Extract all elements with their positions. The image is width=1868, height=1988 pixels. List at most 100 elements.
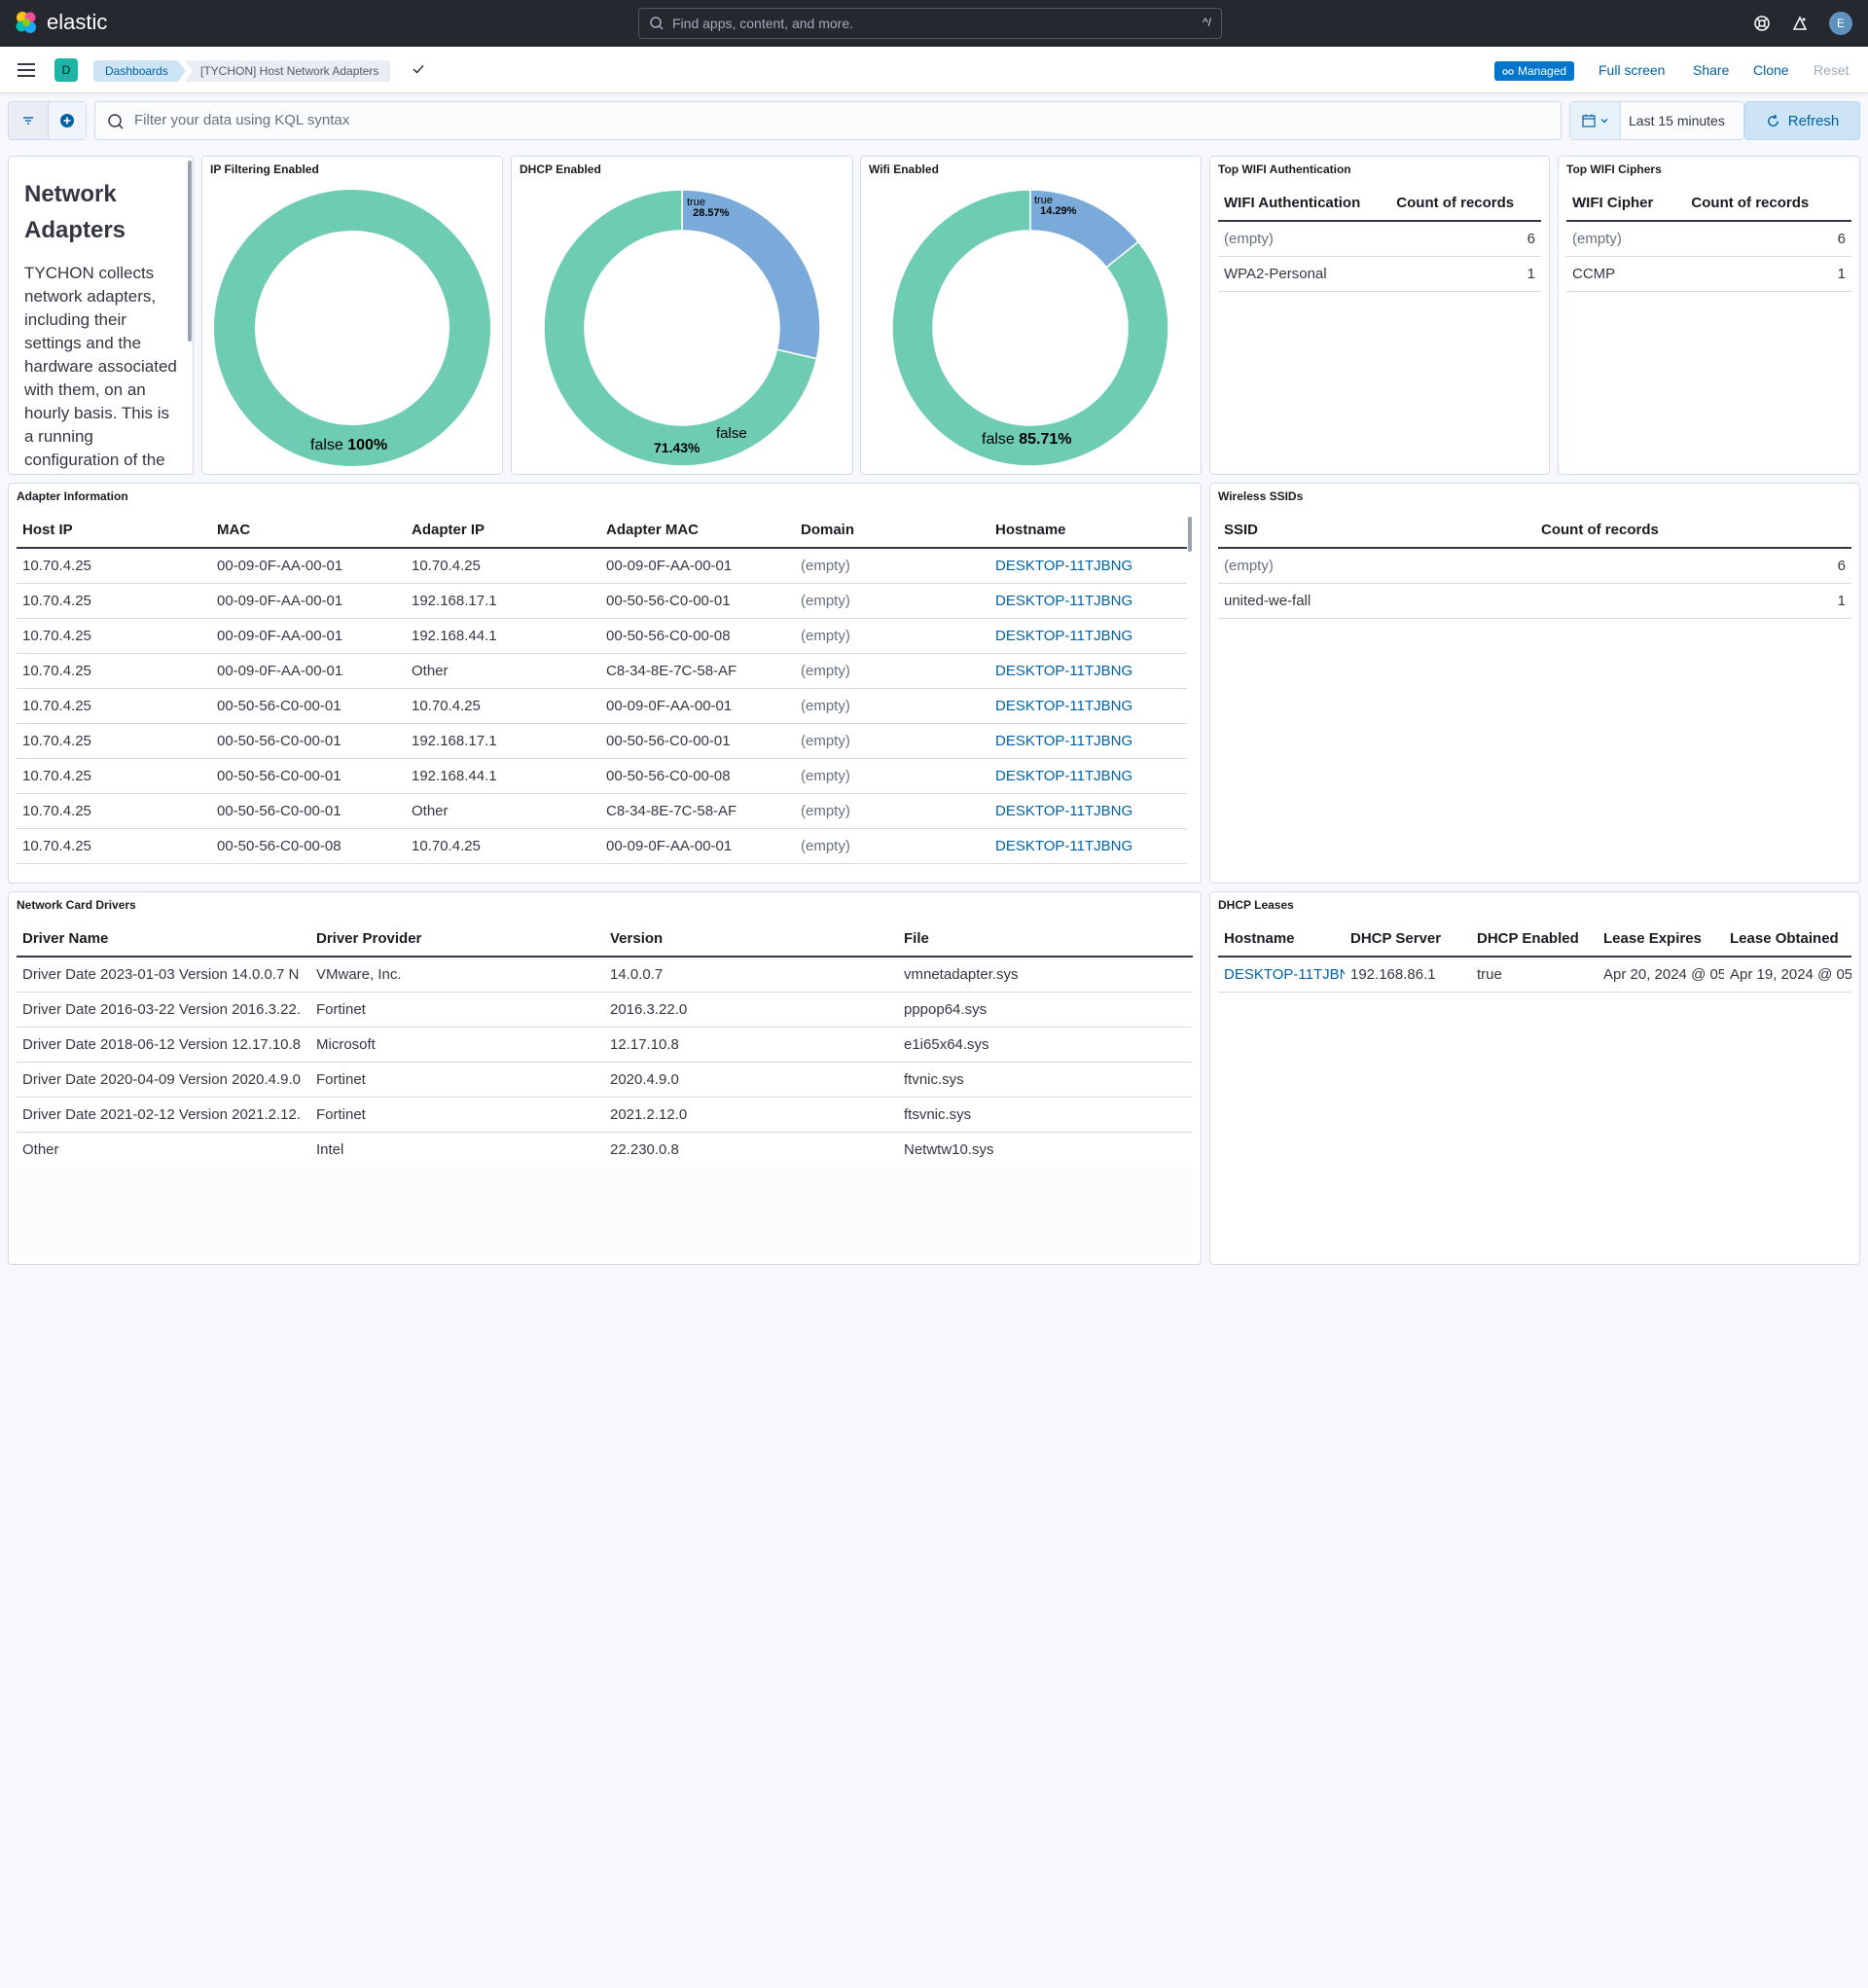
column-header[interactable]: WIFI Authentication xyxy=(1218,186,1391,222)
table-cell: 192.168.17.1 xyxy=(406,583,600,619)
full-screen-link[interactable]: Full screen xyxy=(1599,60,1665,80)
column-header[interactable]: Adapter IP xyxy=(406,513,600,549)
wifi-ciphers-table: WIFI Cipher Count of records (empty) 6 CC… xyxy=(1566,186,1851,292)
column-header[interactable]: SSID xyxy=(1218,513,1535,549)
table-row: 10.70.4.25 00-09-0F-AA-00-01 10.70.4.25 00-… xyxy=(17,548,1187,584)
table-cell: Apr 20, 2024 @ 05 xyxy=(1598,957,1724,993)
table-cell[interactable]: DESKTOP-11TJBNG xyxy=(989,688,1187,724)
search-icon xyxy=(108,114,124,129)
breadcrumb-bar: D Dashboards [TYCHON] Host Network Adapt… xyxy=(0,47,1868,93)
table-cell: 00-50-56-C0-00-01 xyxy=(211,758,406,794)
newsfeed-icon[interactable] xyxy=(1788,12,1812,35)
table-cell: 10.70.4.25 xyxy=(17,758,211,794)
column-header[interactable]: MAC xyxy=(211,513,406,549)
table-cell[interactable]: DESKTOP-11TJBNG xyxy=(989,828,1187,864)
table-cell[interactable]: DESKTOP-11TJBNG xyxy=(989,793,1187,829)
markdown-scrollbar[interactable] xyxy=(188,161,192,342)
refresh-button[interactable]: Refresh xyxy=(1744,101,1860,140)
date-picker[interactable]: Last 15 minutes xyxy=(1569,101,1744,140)
quick-menu-button[interactable] xyxy=(1570,102,1621,139)
column-header[interactable]: File xyxy=(898,922,1193,958)
share-link[interactable]: Share xyxy=(1693,60,1729,80)
breadcrumb-current: [TYCHON] Host Network Adapters xyxy=(185,60,391,82)
table-row: 10.70.4.25 00-09-0F-AA-00-01 192.168.44.1 0… xyxy=(17,618,1187,654)
table-cell: VMware, Inc. xyxy=(310,957,604,993)
markdown-title: Network Adapters xyxy=(24,181,126,243)
column-header[interactable]: Driver Name xyxy=(17,922,310,958)
global-search[interactable]: Find apps, content, and more. ^/ xyxy=(638,8,1222,39)
column-header[interactable]: Count of records xyxy=(1390,186,1541,222)
column-header[interactable]: Count of records xyxy=(1685,186,1851,222)
dhcp-donut xyxy=(543,189,821,467)
column-header[interactable]: Lease Expires xyxy=(1598,922,1724,958)
table-row: united-we-fall 1 xyxy=(1218,583,1851,619)
clone-link[interactable]: Clone xyxy=(1753,60,1789,80)
table-cell[interactable]: DESKTOP-11TJBNG xyxy=(1218,957,1345,993)
column-header[interactable]: Driver Provider xyxy=(310,922,604,958)
column-header[interactable]: Adapter MAC xyxy=(600,513,795,549)
space-avatar[interactable]: D xyxy=(54,58,78,82)
column-header[interactable]: DHCP Enabled xyxy=(1471,922,1598,958)
table-cell: 192.168.17.1 xyxy=(406,723,600,759)
table-cell: true xyxy=(1471,957,1598,993)
help-icon[interactable] xyxy=(1750,12,1774,35)
filter-menu-button[interactable] xyxy=(9,102,48,139)
table-cell: 192.168.44.1 xyxy=(406,758,600,794)
table-cell: (empty) xyxy=(1218,221,1391,257)
table-cell[interactable]: DESKTOP-11TJBNG xyxy=(989,583,1187,619)
table-cell: 00-50-56-C0-00-08 xyxy=(600,618,795,654)
adapter-table-scrollbar[interactable] xyxy=(1188,517,1192,552)
table-row: CCMP 1 xyxy=(1566,256,1851,292)
add-filter-button[interactable] xyxy=(47,102,86,139)
table-cell[interactable]: DESKTOP-11TJBNG xyxy=(989,618,1187,654)
table-cell: (empty) xyxy=(795,828,989,864)
reset-link[interactable]: Reset xyxy=(1814,60,1850,80)
column-header[interactable]: Host IP xyxy=(17,513,211,549)
table-cell: (empty) xyxy=(795,793,989,829)
table-cell[interactable]: DESKTOP-11TJBNG xyxy=(989,758,1187,794)
table-cell: 192.168.44.1 xyxy=(406,618,600,654)
column-header[interactable]: DHCP Server xyxy=(1345,922,1471,958)
column-header[interactable]: Hostname xyxy=(1218,922,1345,958)
column-header[interactable]: Hostname xyxy=(989,513,1187,549)
table-row: Driver Date 2016-03-22 Version 2016.3.22… xyxy=(17,992,1193,1028)
table-cell: Fortinet xyxy=(310,1062,604,1098)
table-cell: (empty) xyxy=(1566,221,1686,257)
brand-name: elastic xyxy=(47,10,108,34)
table-cell: 00-09-0F-AA-00-01 xyxy=(211,583,406,619)
table-cell: 6 xyxy=(1390,221,1541,257)
table-cell[interactable]: DESKTOP-11TJBNG xyxy=(989,723,1187,759)
table-cell: 12.17.10.8 xyxy=(604,1027,898,1063)
column-header[interactable]: Version xyxy=(604,922,898,958)
table-cell: united-we-fall xyxy=(1218,583,1535,619)
ip-filtering-donut xyxy=(214,190,490,466)
table-cell: vmnetadapter.sys xyxy=(898,957,1193,993)
table-row: Driver Date 2021-02-12 Version 2021.2.12… xyxy=(17,1097,1193,1133)
table-cell: e1i65x64.sys xyxy=(898,1027,1193,1063)
table-cell: 10.70.4.25 xyxy=(17,653,211,689)
user-avatar[interactable]: E xyxy=(1829,12,1852,35)
table-cell[interactable]: DESKTOP-11TJBNG xyxy=(989,548,1187,584)
top-header: elastic Find apps, content, and more. ^/… xyxy=(0,0,1868,47)
table-cell: 1 xyxy=(1685,256,1851,292)
table-row: DESKTOP-11TJBNG192.168.86.1trueApr 20, 2… xyxy=(1218,957,1851,993)
column-header[interactable]: Count of records xyxy=(1535,513,1851,549)
column-header[interactable]: WIFI Cipher xyxy=(1566,186,1686,222)
table-cell: Netwtw10.sys xyxy=(898,1132,1193,1168)
hamburger-menu-icon[interactable] xyxy=(16,60,39,80)
column-header[interactable]: Lease Obtained xyxy=(1724,922,1851,958)
table-cell[interactable]: DESKTOP-11TJBNG xyxy=(989,653,1187,689)
column-header[interactable]: Domain xyxy=(795,513,989,549)
kql-query-input[interactable]: Filter your data using KQL syntax xyxy=(94,101,1562,140)
table-row: 10.70.4.25 00-09-0F-AA-00-01 192.168.17.1 0… xyxy=(17,583,1187,619)
slice-label-true: true 14.29% xyxy=(1034,195,1077,217)
breadcrumb-dashboards[interactable]: Dashboards xyxy=(93,60,186,82)
table-cell: (empty) xyxy=(795,688,989,724)
table-cell: (empty) xyxy=(795,723,989,759)
donut-slice-false[interactable] xyxy=(214,190,490,466)
table-cell: 2021.2.12.0 xyxy=(604,1097,898,1133)
table-row: Driver Date 2018-06-12 Version 12.17.10.… xyxy=(17,1027,1193,1063)
table-row: 10.70.4.25 00-50-56-C0-00-01 192.168.17.1 0… xyxy=(17,723,1187,759)
elastic-logo[interactable]: elastic xyxy=(14,10,107,35)
table-empty-area xyxy=(17,1167,1193,1256)
